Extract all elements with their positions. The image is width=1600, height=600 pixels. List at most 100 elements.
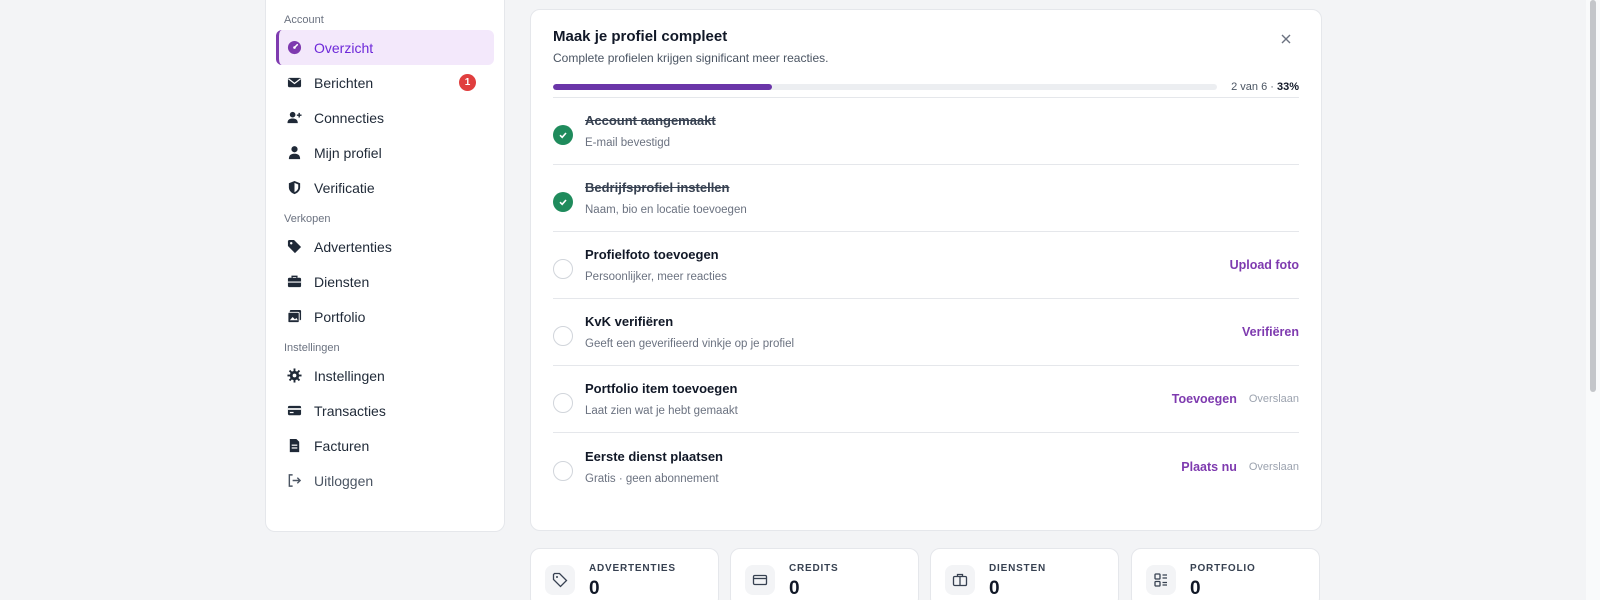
- stat-value: 0: [589, 578, 600, 599]
- sidebar-item-instellingen[interactable]: Instellingen: [276, 358, 494, 393]
- skip-link[interactable]: Overslaan: [1249, 461, 1299, 473]
- sidebar-item-overzicht[interactable]: Overzicht: [276, 30, 494, 65]
- logout-icon: [286, 473, 302, 489]
- task-list: Account aangemaakt E-mail bevestigd Bedr…: [553, 97, 1299, 500]
- credit-card-icon: [745, 565, 775, 595]
- task-subtitle: Gratis · geen abonnement: [585, 472, 719, 485]
- sidebar-item-label: Diensten: [314, 273, 370, 290]
- task-item: Eerste dienst plaatsen Gratis · geen abo…: [553, 433, 1299, 500]
- stat-label: ADVERTENTIES: [589, 563, 676, 574]
- post-service-link[interactable]: Plaats nu: [1181, 460, 1237, 474]
- shield-icon: [286, 180, 302, 196]
- task-subtitle: Geeft een geverifieerd vinkje op je prof…: [585, 338, 795, 350]
- sidebar-section-instellingen: Instellingen: [284, 342, 340, 354]
- close-button[interactable]: [1277, 30, 1295, 48]
- card-title: Maak je profiel compleet: [553, 28, 728, 45]
- user-plus-icon: [286, 110, 302, 126]
- sidebar-item-label: Advertenties: [314, 238, 392, 255]
- task-subtitle: Persoonlijker, meer reacties: [585, 271, 727, 283]
- close-icon: [1281, 34, 1291, 44]
- sidebar-item-connecties[interactable]: Connecties: [276, 100, 494, 135]
- add-portfolio-link[interactable]: Toevoegen: [1172, 392, 1237, 406]
- sidebar-section-account: Account: [284, 14, 324, 26]
- profile-completion-card: Maak je profiel compleet Complete profie…: [530, 9, 1322, 531]
- sidebar-item-berichten[interactable]: Berichten 1: [276, 65, 494, 100]
- sidebar: Account Overzicht Berichten 1 Connecties…: [265, 0, 505, 532]
- upload-photo-link[interactable]: Upload foto: [1230, 258, 1299, 272]
- progress-percent: 33%: [1276, 81, 1299, 93]
- sidebar-item-verificatie[interactable]: Verificatie: [276, 170, 494, 205]
- gear-icon: [286, 368, 302, 384]
- task-title: Account aangemaakt: [585, 113, 716, 128]
- credit-card-icon: [286, 403, 302, 419]
- empty-circle-icon[interactable]: [553, 326, 573, 346]
- sidebar-item-label: Facturen: [314, 437, 370, 454]
- sidebar-item-label: Mijn profiel: [314, 144, 382, 161]
- sidebar-item-transacties[interactable]: Transacties: [276, 393, 494, 428]
- check-circle-icon: [553, 192, 573, 212]
- dashboard-icon: [286, 40, 302, 56]
- sidebar-item-label: Portfolio: [314, 308, 366, 325]
- skip-link[interactable]: Overslaan: [1249, 393, 1299, 405]
- briefcase-icon: [945, 565, 975, 595]
- stat-value: 0: [989, 578, 1000, 599]
- task-title: KvK verifiëren: [585, 314, 674, 329]
- sidebar-item-label: Connecties: [314, 109, 385, 126]
- task-item: Bedrijfsprofiel instellen Naam, bio en l…: [553, 165, 1299, 232]
- briefcase-icon: [286, 274, 302, 290]
- stat-card-diensten[interactable]: DIENSTEN 0: [930, 548, 1119, 600]
- stat-value: 0: [789, 578, 800, 599]
- stat-card-advertenties[interactable]: ADVERTENTIES 0: [530, 548, 719, 600]
- task-item: Account aangemaakt E-mail bevestigd: [553, 98, 1299, 165]
- stat-label: DIENSTEN: [989, 563, 1046, 574]
- task-title: Portfolio item toevoegen: [585, 381, 738, 396]
- scrollbar-thumb[interactable]: [1590, 0, 1596, 392]
- empty-circle-icon[interactable]: [553, 259, 573, 279]
- sidebar-item-label: Instellingen: [314, 367, 385, 384]
- task-title: Eerste dienst plaatsen: [585, 448, 723, 464]
- stat-label: PORTFOLIO: [1190, 563, 1256, 574]
- task-subtitle: Laat zien wat je hebt gemaakt: [585, 405, 738, 417]
- task-title: Profielfoto toevoegen: [585, 247, 719, 262]
- stat-value: 0: [1190, 578, 1201, 599]
- task-item: Profielfoto toevoegen Persoonlijker, mee…: [553, 232, 1299, 299]
- task-item: Portfolio item toevoegen Laat zien wat j…: [553, 366, 1299, 433]
- sidebar-item-portfolio[interactable]: Portfolio: [276, 299, 494, 334]
- file-icon: [286, 438, 302, 454]
- sidebar-item-advertenties[interactable]: Advertenties: [276, 229, 494, 264]
- task-item: KvK verifiëren Geeft een geverifieerd vi…: [553, 299, 1299, 366]
- task-subtitle: E-mail bevestigd: [585, 137, 671, 149]
- sidebar-item-facturen[interactable]: Facturen: [276, 428, 494, 463]
- progress-count: 2 van 6 ·: [1231, 81, 1277, 93]
- sidebar-item-label: Transacties: [314, 402, 386, 419]
- sidebar-item-diensten[interactable]: Diensten: [276, 264, 494, 299]
- progress-label: 2 van 6 · 33%: [1231, 81, 1299, 93]
- task-subtitle: Naam, bio en locatie toevoegen: [585, 204, 747, 216]
- page-scrollbar[interactable]: [1586, 0, 1600, 600]
- progress-bar: [553, 84, 1218, 90]
- sidebar-item-label: Berichten: [314, 74, 374, 91]
- sidebar-section-verkopen: Verkopen: [284, 213, 331, 225]
- empty-circle-icon[interactable]: [553, 393, 573, 413]
- unread-badge: 1: [459, 74, 476, 91]
- layout-icon: [1146, 565, 1176, 595]
- tag-icon: [286, 239, 302, 255]
- empty-circle-icon[interactable]: [553, 460, 573, 481]
- check-circle-icon: [553, 125, 573, 145]
- user-icon: [286, 145, 302, 161]
- stat-card-portfolio[interactable]: PORTFOLIO 0: [1131, 548, 1320, 600]
- task-title: Bedrijfsprofiel instellen: [585, 180, 730, 195]
- sidebar-item-label: Uitloggen: [314, 472, 374, 489]
- sidebar-item-uitloggen[interactable]: Uitloggen: [276, 463, 494, 498]
- sidebar-item-label: Overzicht: [314, 39, 374, 56]
- verify-link[interactable]: Verifiëren: [1242, 325, 1299, 339]
- sidebar-item-mijn-profiel[interactable]: Mijn profiel: [276, 135, 494, 170]
- sidebar-item-label: Verificatie: [314, 179, 375, 196]
- progress-row: 2 van 6 · 33%: [553, 79, 1299, 95]
- image-icon: [286, 309, 302, 325]
- stat-label: CREDITS: [789, 563, 839, 574]
- tag-icon: [545, 565, 575, 595]
- stat-card-credits[interactable]: CREDITS 0: [730, 548, 919, 600]
- envelope-icon: [286, 75, 302, 91]
- card-subtitle: Complete profielen krijgen significant m…: [553, 51, 829, 65]
